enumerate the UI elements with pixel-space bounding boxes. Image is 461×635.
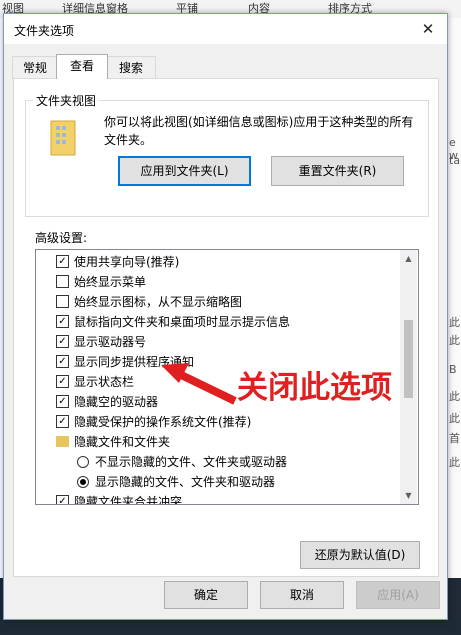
bg-right-label: 此 xyxy=(449,412,460,425)
folder-view-description: 你可以将此视图(如详细信息或图标)应用于这种类型的所有文件夹。 xyxy=(104,115,414,147)
checkbox-icon[interactable]: ✓ xyxy=(56,255,69,268)
radio-icon[interactable] xyxy=(77,456,89,468)
checkbox-icon[interactable]: ✓ xyxy=(56,375,69,388)
list-scrollbar[interactable]: ▲ ▼ xyxy=(400,250,417,504)
bg-right-label: tar xyxy=(449,154,461,167)
setting-label: 鼠标指向文件夹和桌面项时显示提示信息 xyxy=(74,315,291,329)
advanced-settings-label: 高级设置: xyxy=(35,231,88,245)
bg-right-label: 此 xyxy=(449,334,460,347)
bg-right-label: 此 xyxy=(449,390,460,403)
checkbox-icon[interactable]: ✓ xyxy=(56,355,69,368)
setting-label: 显示驱动器号 xyxy=(74,335,147,349)
close-icon[interactable]: ✕ xyxy=(418,20,438,38)
scroll-down-icon[interactable]: ▼ xyxy=(400,487,417,504)
setting-label: 显示隐藏的文件、文件夹和驱动器 xyxy=(95,475,276,489)
background-right-pane: e w tar 此 此 B 此 此 首 此 xyxy=(447,18,461,578)
checkbox-icon[interactable]: ✓ xyxy=(56,495,69,504)
bg-right-label: 此 xyxy=(449,316,460,329)
bg-right-label: B xyxy=(449,363,457,376)
setting-row[interactable]: 隐藏文件和文件夹 xyxy=(36,432,400,452)
setting-row[interactable]: ✓ 隐藏受保护的操作系统文件(推荐) xyxy=(36,412,400,432)
setting-label: 隐藏文件和文件夹 xyxy=(74,435,171,449)
setting-row[interactable]: ✓ 鼠标指向文件夹和桌面项时显示提示信息 xyxy=(36,312,400,332)
checkbox-icon[interactable] xyxy=(56,295,69,308)
checkbox-icon[interactable]: ✓ xyxy=(56,335,69,348)
setting-row[interactable]: ✓ 隐藏文件夹合并冲突 xyxy=(36,492,400,505)
setting-row[interactable]: 始终显示菜单 xyxy=(36,272,400,292)
bg-right-label: 首 xyxy=(449,432,460,445)
title-bar: 文件夹选项 ✕ xyxy=(4,14,447,44)
view-tab-panel: 文件夹视图 你可以将此视图(如详细信息或图标)应用于这种类型的所有文件夹。 应用… xyxy=(13,78,439,577)
checkbox-icon[interactable]: ✓ xyxy=(56,395,69,408)
tab-search[interactable]: 搜索 xyxy=(106,56,156,79)
setting-label: 不显示隐藏的文件、文件夹或驱动器 xyxy=(95,455,288,469)
setting-row[interactable]: ✓ 显示驱动器号 xyxy=(36,332,400,352)
dialog-title: 文件夹选项 xyxy=(14,24,75,38)
annotation-text: 关闭此选项 xyxy=(237,370,392,406)
restore-defaults-button[interactable]: 还原为默认值(D) xyxy=(300,541,420,569)
folder-icon xyxy=(50,120,76,156)
setting-label: 始终显示菜单 xyxy=(74,275,147,289)
setting-row[interactable]: 始终显示图标，从不显示缩略图 xyxy=(36,292,400,312)
apply-to-folders-button[interactable]: 应用到文件夹(L) xyxy=(118,156,251,186)
bg-right-label: 此 xyxy=(449,456,460,469)
scroll-up-icon[interactable]: ▲ xyxy=(400,250,417,267)
ok-button[interactable]: 确定 xyxy=(164,581,248,609)
setting-label: 显示状态栏 xyxy=(74,375,135,389)
setting-label: 隐藏文件夹合并冲突 xyxy=(74,495,183,505)
annotation-arrow-icon xyxy=(161,363,237,405)
checkbox-icon[interactable]: ✓ xyxy=(56,315,69,328)
folder-icon xyxy=(56,436,69,447)
setting-row[interactable]: ✓ 使用共享向导(推荐) xyxy=(36,252,400,272)
cancel-button[interactable]: 取消 xyxy=(260,581,344,609)
scroll-thumb[interactable] xyxy=(404,320,413,398)
folder-options-dialog: 文件夹选项 ✕ 常规 查看 搜索 文件夹视图 你可以将此视图(如详细信息或图标)… xyxy=(3,13,448,620)
setting-row[interactable]: 不显示隐藏的文件、文件夹或驱动器 xyxy=(36,452,400,472)
folder-view-legend: 文件夹视图 xyxy=(33,92,100,109)
tab-view[interactable]: 查看 xyxy=(56,54,108,79)
folder-view-group: 文件夹视图 你可以将此视图(如详细信息或图标)应用于这种类型的所有文件夹。 应用… xyxy=(25,92,429,217)
radio-icon[interactable] xyxy=(77,476,89,488)
setting-label: 使用共享向导(推荐) xyxy=(74,255,180,269)
setting-label: 始终显示图标，从不显示缩略图 xyxy=(74,295,243,309)
reset-folders-button[interactable]: 重置文件夹(R) xyxy=(271,156,404,186)
checkbox-icon[interactable] xyxy=(56,275,69,288)
setting-row[interactable]: 显示隐藏的文件、文件夹和驱动器 xyxy=(36,472,400,492)
setting-label: 隐藏受保护的操作系统文件(推荐) xyxy=(74,415,252,429)
setting-label: 隐藏空的驱动器 xyxy=(74,395,159,409)
apply-button[interactable]: 应用(A) xyxy=(356,581,440,609)
tab-general[interactable]: 常规 xyxy=(12,56,58,79)
checkbox-icon[interactable]: ✓ xyxy=(56,415,69,428)
